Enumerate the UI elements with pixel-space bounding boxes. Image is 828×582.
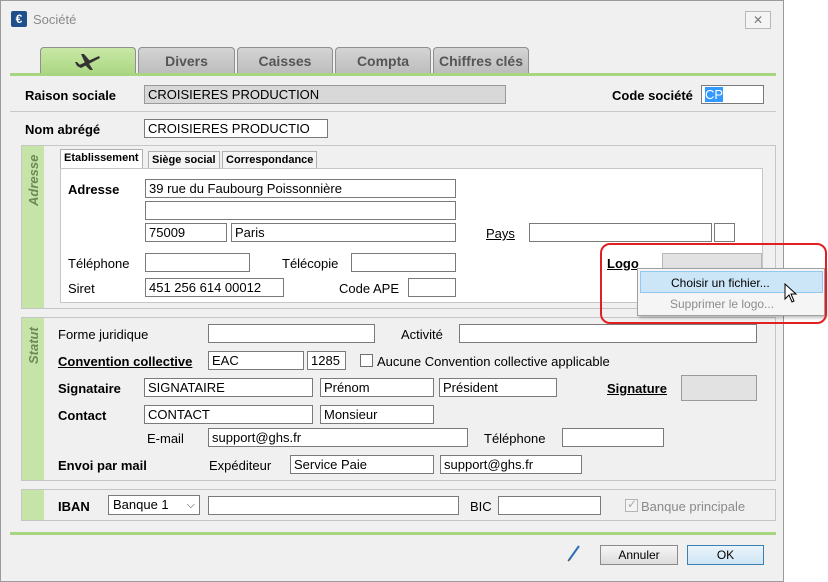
annuler-button[interactable]: Annuler [600, 545, 678, 565]
close-button[interactable]: ✕ [745, 11, 771, 29]
code-ape-field[interactable] [408, 278, 456, 297]
contact-nom-field[interactable]: CONTACT [144, 405, 313, 424]
pen-icon[interactable] [567, 544, 581, 562]
signature-image-box[interactable] [681, 375, 757, 401]
signataire-label: Signataire [58, 381, 121, 396]
code-societe-value: CP [705, 87, 724, 102]
divider [10, 111, 776, 112]
email-field[interactable]: support@ghs.fr [208, 428, 468, 447]
tab-caisses[interactable]: Caisses [237, 47, 333, 73]
signataire-fonction-field[interactable]: Président [439, 378, 557, 397]
forme-juridique-field[interactable] [208, 324, 375, 343]
check-icon: ✓ [627, 497, 638, 511]
signataire-nom-field[interactable]: SIGNATAIRE [144, 378, 313, 397]
subtab-correspondance[interactable]: Correspondance [222, 151, 318, 168]
banque-principale-label: Banque principale [641, 499, 746, 514]
convention-code-field[interactable]: EAC [208, 351, 304, 370]
ville-field[interactable]: Paris [231, 223, 456, 242]
tab-divers[interactable]: Divers [138, 47, 235, 73]
tab-chiffres-cles[interactable]: Chiffres clés [433, 47, 529, 73]
contact-label: Contact [58, 408, 107, 423]
convention-collective-link[interactable]: Convention collective [58, 354, 192, 369]
tab-general[interactable] [40, 47, 136, 76]
pays-field[interactable] [529, 223, 712, 242]
bic-field[interactable] [498, 496, 601, 515]
aucune-convention-label: Aucune Convention collective applicable [377, 354, 610, 369]
telecopie-field[interactable] [351, 253, 456, 272]
subtab-siege-social[interactable]: Siège social [148, 151, 220, 168]
bic-label: BIC [470, 499, 492, 514]
signataire-prenom-field[interactable]: Prénom [320, 378, 434, 397]
tab-strip-underline [10, 73, 776, 76]
telephone-label: Téléphone [68, 256, 130, 271]
adresse-line2-field[interactable] [145, 201, 456, 220]
envoi-mail-label: Envoi par mail [58, 458, 147, 473]
expediteur-nom-field[interactable]: Service Paie [290, 455, 434, 474]
raison-sociale-field[interactable]: CROISIERES PRODUCTION [144, 85, 506, 104]
ok-button[interactable]: OK [687, 545, 764, 565]
contact-civilite-field[interactable]: Monsieur [320, 405, 434, 424]
siret-field[interactable]: 451 256 614 00012 [145, 278, 284, 297]
convention-num-field[interactable]: 1285 [307, 351, 346, 370]
app-euro-icon: € [11, 11, 27, 27]
window-title: Société [33, 12, 77, 27]
chevron-down-icon: ⌵ [186, 499, 195, 511]
forme-juridique-label: Forme juridique [58, 327, 149, 342]
email-label: E-mail [147, 431, 184, 446]
contact-telephone-field[interactable] [562, 428, 664, 447]
raison-sociale-label: Raison sociale [25, 88, 117, 103]
adresse-line1-field[interactable]: 39 rue du Faubourg Poissonnière [145, 179, 456, 198]
activite-label: Activité [401, 327, 443, 342]
signature-link[interactable]: Signature [607, 381, 667, 396]
aucune-convention-checkbox[interactable] [360, 354, 373, 367]
code-societe-label: Code société [612, 88, 693, 103]
mouse-cursor-icon [784, 283, 798, 303]
siret-label: Siret [68, 281, 95, 296]
subtab-etablissement[interactable]: Etablissement [60, 149, 143, 168]
telecopie-label: Télécopie [282, 256, 339, 271]
banque-select[interactable]: Banque 1 ⌵ [108, 495, 200, 515]
activite-field[interactable] [459, 324, 757, 343]
title-bar: € Société ✕ [1, 1, 783, 37]
airplane-icon [75, 54, 100, 70]
contact-telephone-label: Téléphone [484, 431, 546, 446]
footer-divider [10, 532, 776, 535]
nom-abrege-field[interactable]: CROISIERES PRODUCTIO [144, 119, 328, 138]
expediteur-email-field[interactable]: support@ghs.fr [440, 455, 582, 474]
code-postal-field[interactable]: 75009 [145, 223, 227, 242]
adresse-label: Adresse [68, 182, 120, 197]
telephone-field[interactable] [145, 253, 250, 272]
expediteur-label: Expéditeur [209, 458, 272, 473]
adresse-side-label: Adresse [26, 154, 41, 206]
statut-side-label: Statut [26, 327, 41, 364]
nom-abrege-label: Nom abrégé [25, 122, 101, 137]
iban-label: IBAN [58, 499, 90, 514]
pays-link[interactable]: Pays [486, 226, 515, 241]
tab-compta[interactable]: Compta [335, 47, 431, 73]
code-societe-field[interactable]: CP [701, 85, 764, 104]
code-ape-label: Code APE [339, 281, 399, 296]
banque-sidebar [22, 490, 44, 520]
banque-select-value: Banque 1 [113, 497, 169, 512]
iban-field[interactable] [208, 496, 459, 515]
banque-principale-checkbox[interactable]: ✓ [625, 497, 638, 512]
pays-code-field[interactable] [714, 223, 735, 242]
